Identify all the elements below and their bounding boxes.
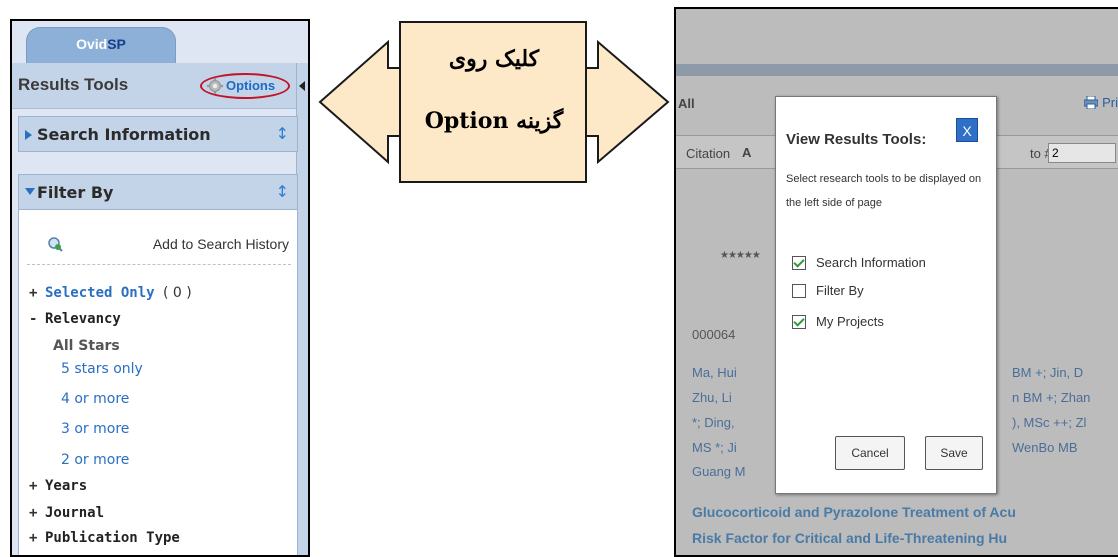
ovidsp-tab[interactable]: OvidSP [26, 27, 176, 63]
tab-abstract[interactable]: A [742, 145, 751, 160]
filter-option-2-or-more[interactable]: 2 or more [61, 452, 129, 468]
results-tools-title: Results Tools [18, 75, 129, 94]
filter-selected-only[interactable]: + Selected Only ( 0 ) [29, 285, 192, 301]
collapse-left-icon [299, 81, 305, 91]
checkbox-checked[interactable] [792, 315, 806, 329]
filter-option-5-stars[interactable]: 5 stars only [61, 361, 143, 377]
printer-icon [1083, 95, 1099, 110]
section-label: Filter By [37, 183, 114, 202]
expand-down-icon [25, 188, 35, 195]
all-stars-label: All Stars [53, 338, 120, 354]
dialog-title: View Results Tools: [786, 131, 927, 148]
filter-label: Selected Only [45, 285, 155, 301]
filter-option-3-or-more[interactable]: 3 or more [61, 421, 129, 437]
results-tools-header: Results Tools Options [12, 63, 298, 109]
tab-citation[interactable]: Citation [686, 146, 730, 161]
collapse-minus-icon: - [29, 311, 38, 327]
results-tools-panel: OvidSP Results Tools Options Search Info… [10, 19, 310, 557]
author-text[interactable]: WenBo MB [1012, 440, 1078, 455]
author-text[interactable]: BM +; Jin, D [1012, 365, 1083, 380]
magnifier-add-icon [48, 237, 63, 252]
section-filter-by[interactable]: Filter By ↕ [18, 174, 298, 210]
author-text[interactable]: *; Ding, [692, 415, 735, 430]
record-id: 000064 [692, 327, 736, 342]
print-link[interactable]: Pri [1083, 95, 1118, 110]
checkbox-checked[interactable] [792, 256, 806, 270]
save-button[interactable]: Save [925, 436, 983, 470]
ovidsp-logo: OvidSP [76, 36, 126, 52]
cancel-button[interactable]: Cancel [835, 436, 905, 470]
filter-label: Publication Type [45, 530, 180, 546]
filter-journal[interactable]: + Journal [29, 505, 104, 521]
expand-right-icon [25, 130, 32, 140]
filter-years[interactable]: + Years [29, 478, 87, 494]
add-to-search-history-label: Add to Search History [152, 236, 289, 252]
author-text[interactable]: Ma, Hui [692, 365, 737, 380]
add-to-search-history-link[interactable]: Add to Search History [47, 234, 289, 256]
divider [27, 264, 291, 265]
filter-relevancy[interactable]: - Relevancy [29, 311, 121, 327]
filter-label: Journal [45, 505, 105, 521]
expand-plus-icon: + [29, 478, 38, 494]
expand-plus-icon: + [29, 505, 38, 521]
double-arrow-callout [318, 21, 670, 183]
expand-plus-icon: + [29, 285, 38, 301]
article-title[interactable]: Glucocorticoid and Pyrazolone Treatment … [692, 504, 1016, 520]
section-label: Search Information [37, 125, 211, 144]
checkbox-unchecked[interactable] [792, 284, 806, 298]
select-all-label[interactable]: All [678, 96, 695, 111]
goto-record-input[interactable]: 2 [1048, 143, 1116, 163]
author-text[interactable]: Guang M [692, 464, 745, 479]
dialog-description: Select research tools to be displayed on… [786, 173, 982, 209]
filter-label: Years [45, 478, 88, 494]
relevancy-stars: ★★★★★ [720, 250, 761, 261]
options-label: Options [226, 78, 276, 93]
filter-publication-type[interactable]: + Publication Type [29, 530, 180, 546]
option-label: Search Information [816, 255, 926, 270]
resize-vertical-icon[interactable]: ↕ [276, 124, 289, 143]
view-results-tools-dialog: View Results Tools: X Select research to… [775, 96, 997, 494]
gear-icon [206, 77, 224, 95]
expand-plus-icon: + [29, 530, 38, 546]
section-search-information[interactable]: Search Information ↕ [18, 116, 298, 152]
author-text[interactable]: Zhu, Li [692, 390, 732, 405]
author-text[interactable]: MS *; Ji [692, 440, 737, 455]
callout-text-line2: گزینه Option [424, 108, 564, 134]
filter-label: Relevancy [45, 311, 121, 327]
filter-by-body: Add to Search History + Selected Only ( 0… [18, 210, 298, 555]
close-button[interactable]: X [956, 118, 978, 142]
options-button[interactable]: Options [200, 73, 290, 99]
option-label: My Projects [816, 314, 884, 329]
author-text[interactable]: ), MSc ++; Zl [1012, 415, 1086, 430]
resize-vertical-icon[interactable]: ↕ [276, 182, 289, 201]
article-title[interactable]: Risk Factor for Critical and Life-Threat… [692, 530, 1007, 546]
header-bar [676, 64, 1118, 76]
results-page-screenshot: All Pri Citation A to #: 2 ★★★★★ 000064 … [674, 7, 1118, 557]
option-label: Filter By [816, 283, 864, 298]
filter-count: ( 0 ) [163, 285, 192, 301]
author-text[interactable]: n BM +; Zhan [1012, 390, 1090, 405]
callout-text-line1: کلیک روی [448, 46, 540, 72]
filter-option-4-or-more[interactable]: 4 or more [61, 391, 129, 407]
